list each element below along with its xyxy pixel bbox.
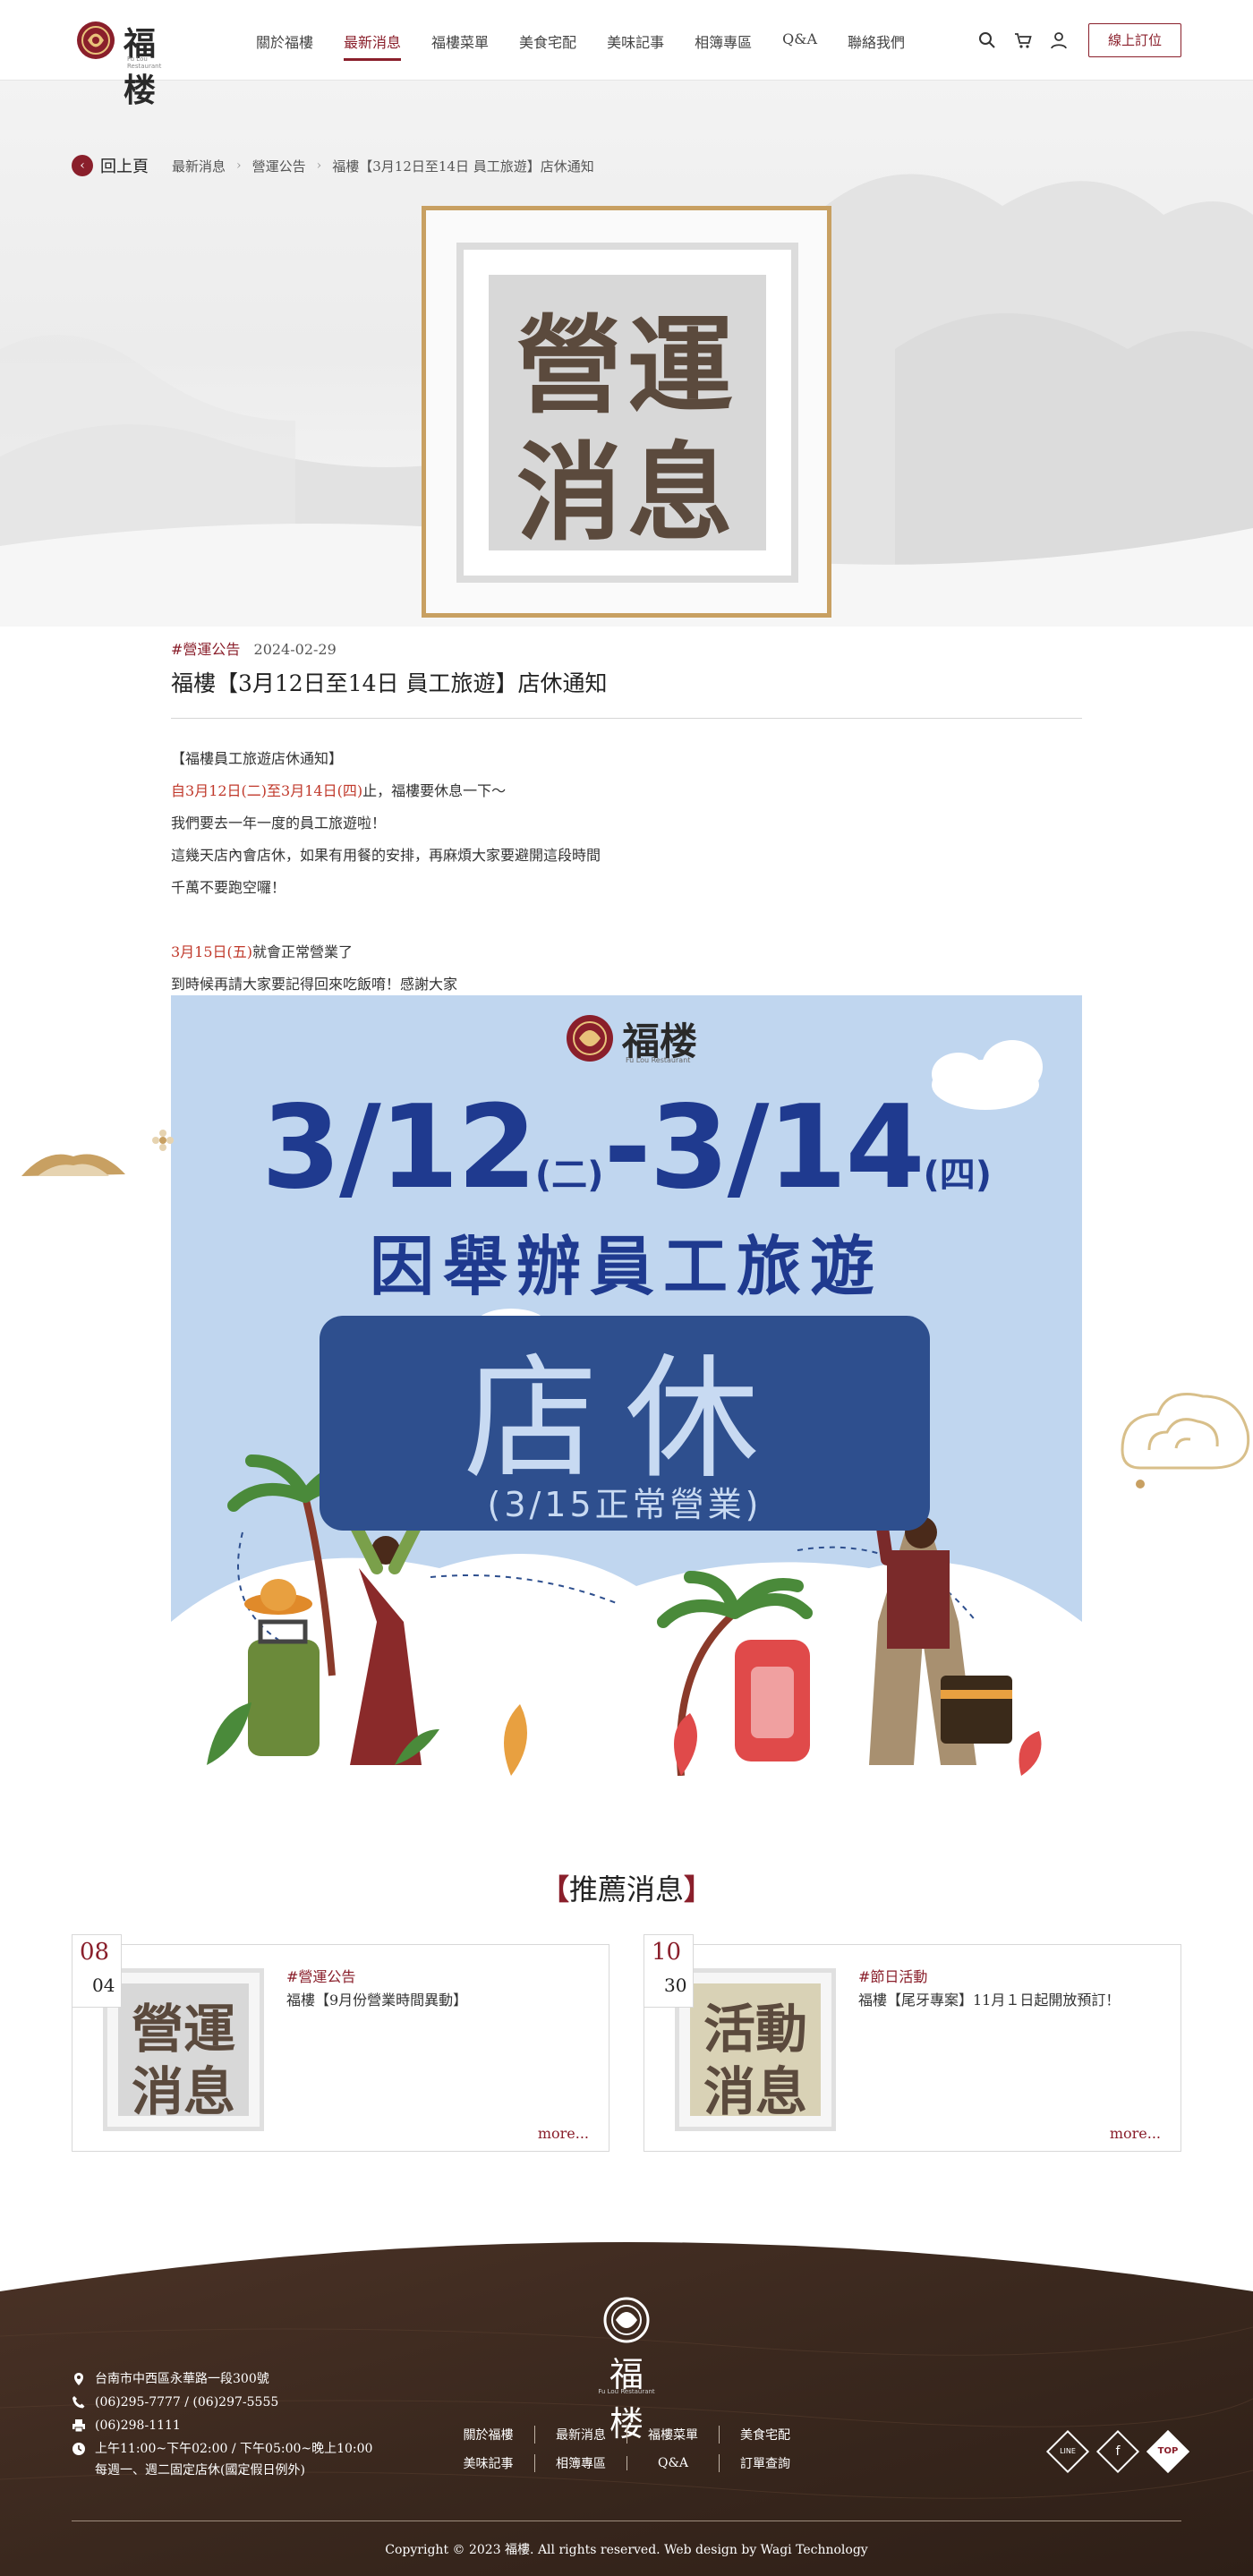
fax-row: (06)298-1111: [72, 2415, 372, 2438]
header-icons: [977, 30, 1085, 50]
body-line: 自3月12日(二)至3月14日(四)止，福樓要休息一下～: [171, 782, 507, 799]
card-more-link[interactable]: more...: [538, 2125, 589, 2142]
footer-nav-album[interactable]: 相簿專區: [534, 2454, 626, 2472]
card-tag[interactable]: #營運公告: [286, 1965, 355, 1986]
site-header: 福楼 Fu Lou Restaurant 關於福樓 最新消息 福樓菜單 美食宅配…: [0, 0, 1253, 109]
poster-brand-subtitle: Fu Lou Restaurant: [626, 1056, 691, 1064]
article-date: 2024-02-29: [253, 641, 337, 658]
breadcrumb: ‹ 回上頁 最新消息 › 營運公告 › 福樓【3月12日至14日 員工旅遊】店休…: [72, 154, 594, 177]
nav-delivery[interactable]: 美食宅配: [519, 30, 576, 61]
card-title[interactable]: 福樓【尾牙專案】11月１日起開放預訂！: [858, 1988, 1120, 2009]
online-booking-button[interactable]: 線上訂位: [1088, 23, 1181, 57]
news-card[interactable]: 營運 消息 08 04 #營運公告 福樓【9月份營業時間異動】 more...: [72, 1934, 609, 2152]
nav-about[interactable]: 關於福樓: [256, 30, 313, 61]
recommended-heading: 【推薦消息】: [540, 1872, 713, 1906]
fax-icon: [72, 2419, 85, 2433]
hours-note: 每週一、週二固定店休(國定假日例外): [95, 2463, 305, 2478]
divider: [171, 718, 1082, 719]
poster-reason: 因舉辦員工旅遊: [369, 1229, 883, 1304]
body-line: 3月15日(五)就會正常營業了: [171, 943, 354, 960]
copyright: Copyright © 2023 福樓. All rights reserved…: [385, 2543, 868, 2557]
body-line: 千萬不要跑空囉！: [171, 879, 286, 896]
address-row: 台南市中西區永華路一段300號: [72, 2368, 372, 2392]
cloud-decoration-icon: [1121, 1393, 1250, 1488]
card-date: 10 30: [644, 1934, 694, 2008]
hours-row: 上午11:00~下午02:00 / 下午05:00~晚上10:00: [72, 2438, 372, 2461]
article-tag[interactable]: #營運公告: [171, 641, 240, 658]
footer-nav-delivery[interactable]: 美食宅配: [719, 2426, 811, 2444]
mountain-decoration-icon: [21, 1154, 125, 1176]
search-icon[interactable]: [977, 30, 997, 50]
clock-icon: [72, 2443, 85, 2455]
announcement-poster: 福楼 Fu Lou Restaurant 3/12(二)-3/14(四) 因舉辦…: [171, 995, 1082, 1776]
body-line: 這幾天店內會店休，如果有用餐的安排，再麻煩大家要避開這段時間: [171, 847, 601, 864]
card-title[interactable]: 福樓【9月份營業時間異動】: [286, 1988, 467, 2009]
nav-menu[interactable]: 福樓菜單: [431, 30, 489, 61]
chevron-left-icon[interactable]: ‹: [72, 155, 93, 176]
body-line: 我們要去一年一度的員工旅遊啦！: [171, 815, 387, 832]
footer-nav-about[interactable]: 關於福樓: [442, 2426, 534, 2444]
body-line: 【福樓員工旅遊店休通知】: [171, 750, 344, 767]
article-meta: #營運公告 2024-02-29: [171, 637, 337, 659]
brand-logo[interactable]: 福楼 Fu Lou Restaurant: [75, 16, 183, 109]
poster-dates: 3/12(二)-3/14(四): [260, 1081, 993, 1215]
cover-text-line2: 消息: [516, 431, 738, 555]
breadcrumb-category[interactable]: 營運公告: [252, 157, 306, 175]
facebook-icon[interactable]: f: [1095, 2429, 1140, 2474]
footer-nav-menu[interactable]: 福樓菜單: [626, 2426, 719, 2444]
footer-nav-qa[interactable]: Q&A: [626, 2456, 719, 2470]
footer-nav-news[interactable]: 最新消息: [534, 2426, 626, 2444]
footer-nav-stories[interactable]: 美味記事: [442, 2454, 534, 2472]
card-more-link[interactable]: more...: [1110, 2125, 1161, 2142]
poster-reopen-text: (3/15正常營業): [487, 1485, 763, 1524]
user-icon[interactable]: [1049, 30, 1069, 50]
news-card[interactable]: 活動 消息 10 30 #節日活動 福樓【尾牙專案】11月１日起開放預訂！ mo…: [644, 1934, 1181, 2152]
footer-brand-subtitle: Fu Lou Restaurant: [598, 2388, 655, 2395]
poster-closed-text: 店休: [463, 1342, 786, 1497]
flower-decoration-icon: [152, 1130, 174, 1151]
poster-brand-seal-icon: [567, 1015, 613, 1062]
nav-stories[interactable]: 美味記事: [607, 30, 664, 61]
breadcrumb-current: 福樓【3月12日至14日 員工旅遊】店休通知: [332, 158, 594, 175]
chevron-right-icon: ›: [316, 158, 322, 173]
brand-subtitle: Fu Lou Restaurant: [127, 55, 162, 70]
card-date: 08 04: [72, 1934, 122, 2008]
chevron-right-icon: ›: [236, 158, 242, 173]
card-tag[interactable]: #節日活動: [858, 1965, 927, 1986]
location-icon: [74, 2373, 83, 2385]
footer-nav-orders[interactable]: 訂單查詢: [719, 2454, 811, 2472]
body-spacer: [171, 904, 601, 936]
nav-album[interactable]: 相簿專區: [695, 30, 752, 61]
site-footer: 福楼 Fu Lou Restaurant 台南市中西區永華路一段300號 (06…: [0, 2229, 1253, 2576]
cover-label-box: 營運 消息: [489, 275, 766, 555]
article-cover-image: 營運 消息: [422, 206, 831, 618]
cart-icon[interactable]: [1013, 30, 1033, 50]
brand-seal-icon: [77, 21, 115, 59]
footer-seal-icon: [603, 2297, 650, 2343]
line-icon[interactable]: LINE: [1045, 2429, 1090, 2474]
article-body: 【福樓員工旅遊店休通知】 自3月12日(二)至3月14日(四)止，福樓要休息一下…: [171, 743, 601, 1001]
nav-contact[interactable]: 聯絡我們: [848, 30, 905, 61]
nav-news[interactable]: 最新消息: [344, 30, 402, 61]
nav-qa[interactable]: Q&A: [782, 30, 817, 61]
main-nav: 關於福樓 最新消息 福樓菜單 美食宅配 美味記事 相簿專區 Q&A 聯絡我們: [256, 30, 935, 61]
footer-logo[interactable]: 福楼 Fu Lou Restaurant: [594, 2293, 659, 2444]
back-link[interactable]: 回上頁: [100, 154, 149, 177]
card-thumbnail: 活動 消息: [675, 1968, 836, 2131]
phone-row: (06)295-7777 / (06)297-5555: [72, 2392, 372, 2415]
breadcrumb-news[interactable]: 最新消息: [172, 157, 226, 175]
top-icon[interactable]: TOP: [1146, 2429, 1190, 2474]
footer-nav: 關於福樓 最新消息 福樓菜單 美食宅配 美味記事 相簿專區 Q&A 訂單查詢: [442, 2420, 811, 2478]
article-title: 福樓【3月12日至14日 員工旅遊】店休通知: [171, 670, 608, 696]
phone-icon: [72, 2396, 85, 2409]
contact-info: 台南市中西區永華路一段300號 (06)295-7777 / (06)297-5…: [72, 2368, 372, 2481]
card-thumbnail: 營運 消息: [103, 1968, 264, 2131]
social-links: LINE f TOP: [1045, 2429, 1203, 2474]
